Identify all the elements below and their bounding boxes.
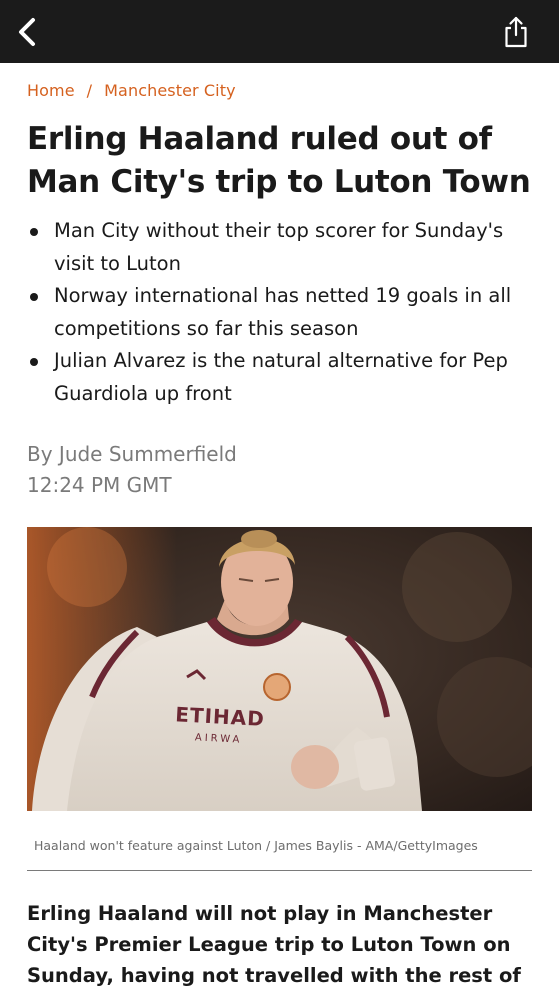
bullet-dot [30, 228, 38, 236]
author-name[interactable]: By Jude Summerfield [27, 439, 237, 470]
article-headline: Erling Haaland ruled out of Man City's t… [27, 121, 531, 200]
share-button[interactable] [498, 12, 534, 52]
summary-item: Man City without their top scorer for Su… [27, 215, 537, 280]
article-lead-paragraph: Erling Haaland will not play in Manchest… [27, 902, 521, 987]
article-summary-list: Man City without their top scorer for Su… [27, 215, 537, 410]
article-byline: By Jude Summerfield 12:24 PM GMT [27, 439, 237, 501]
summary-item-text: Man City without their top scorer for Su… [54, 219, 504, 275]
top-navigation-bar [0, 0, 559, 63]
breadcrumb: Home / Manchester City [27, 81, 236, 100]
chevron-left-icon [19, 18, 35, 46]
summary-item: Norway international has netted 19 goals… [27, 280, 537, 345]
article-photo[interactable]: ETIHAD AIRWA [27, 527, 532, 811]
caption-divider [27, 870, 532, 871]
photo-caption: Haaland won't feature against Luton / Ja… [34, 838, 478, 853]
bullet-dot [30, 358, 38, 366]
summary-item-text: Julian Alvarez is the natural alternativ… [54, 349, 508, 405]
player-photo-illustration: ETIHAD AIRWA [27, 527, 532, 811]
summary-item: Julian Alvarez is the natural alternativ… [27, 345, 537, 410]
breadcrumb-home-link[interactable]: Home [27, 81, 75, 100]
summary-item-text: Norway international has netted 19 goals… [54, 284, 512, 340]
breadcrumb-separator: / [86, 81, 93, 100]
publish-time: 12:24 PM GMT [27, 473, 172, 497]
back-button[interactable] [10, 14, 44, 50]
breadcrumb-section-link[interactable]: Manchester City [104, 81, 236, 100]
bullet-dot [30, 293, 38, 301]
share-icon [505, 16, 527, 48]
shirt-sponsor-text: ETIHAD [175, 702, 266, 731]
